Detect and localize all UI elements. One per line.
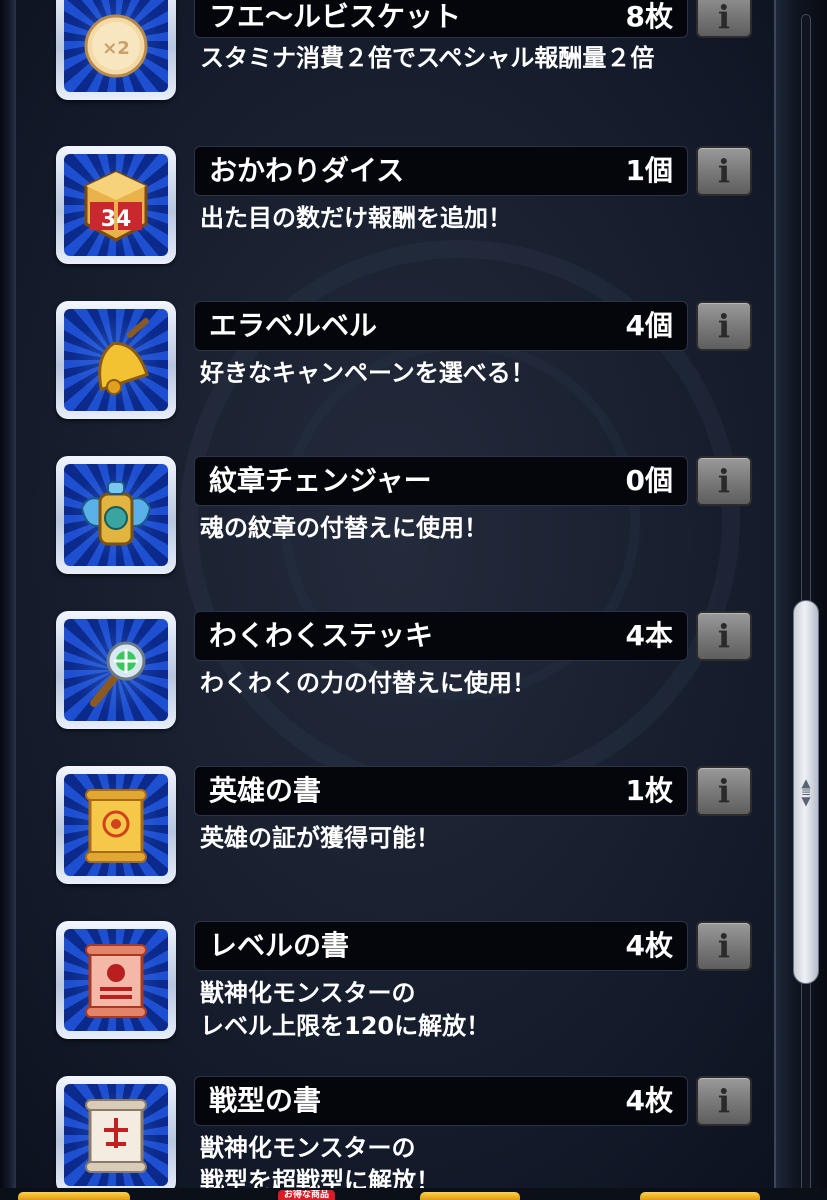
item-name: わくわくステッキ (209, 619, 434, 652)
level-scroll-icon (85, 944, 147, 1018)
item-count: 4本 (625, 619, 673, 652)
grip-icon: ▲ ≡ ▼ (800, 776, 812, 808)
info-icon: i (717, 1082, 731, 1120)
item-description-line: 好きなキャンペーンを選べる！ (200, 359, 535, 387)
item-count: 4枚 (625, 1084, 673, 1117)
item-name: エラベルベル (209, 309, 378, 342)
item-description: 出た目の数だけ報酬を追加！ (200, 202, 760, 235)
info-icon: i (717, 462, 731, 500)
bottom-tab[interactable] (640, 1192, 760, 1200)
item-icon-frame (56, 921, 176, 1039)
item-count: 4枚 (625, 929, 673, 962)
info-button[interactable]: i (696, 766, 752, 816)
item-name: 戦型の書 (209, 1084, 322, 1117)
hero-scroll-icon (85, 789, 147, 863)
info-button[interactable]: i (696, 146, 752, 196)
item-row-wand[interactable]: わくわくステッキ 4本 i わくわくの力の付替えに使用！ (0, 611, 776, 766)
biscuit-icon: ×2 (84, 14, 148, 78)
wand-icon (90, 641, 146, 707)
item-name: おかわりダイス (209, 154, 405, 187)
bottom-tab-badge[interactable]: お得な商品 (278, 1190, 336, 1200)
emblem-changer-icon (80, 481, 152, 546)
item-row-emblem-changer[interactable]: 紋章チェンジャー 0個 i 魂の紋章の付替えに使用！ (0, 456, 776, 611)
item-name-bar: レベルの書 4枚 (194, 921, 688, 971)
info-icon: i (717, 0, 731, 36)
item-name-bar: わくわくステッキ 4本 (194, 611, 688, 661)
item-description-line: 出た目の数だけ報酬を追加！ (200, 204, 512, 232)
item-count: 1枚 (625, 774, 673, 807)
item-count: 1個 (625, 154, 673, 187)
item-icon-background (64, 619, 168, 721)
item-description-line: スタミナ消費２倍でスペシャル報酬量２倍 (200, 44, 655, 72)
biscuit-icon-label: ×2 (102, 38, 130, 59)
item-icon-frame (56, 611, 176, 729)
item-icon-frame (56, 456, 176, 574)
item-row-level-scroll[interactable]: レベルの書 4枚 i 獣神化モンスターの レベル上限を120に解放！ (0, 921, 776, 1076)
battle-type-scroll-icon (85, 1099, 147, 1173)
item-name-bar: 戦型の書 4枚 (194, 1076, 688, 1126)
dice-icon-label: 34 (101, 207, 132, 232)
info-icon: i (717, 152, 731, 190)
info-button[interactable]: i (696, 921, 752, 971)
item-row-bell[interactable]: エラベルベル 4個 i 好きなキャンペーンを選べる！ (0, 301, 776, 456)
item-name-bar: 英雄の書 1枚 (194, 766, 688, 816)
item-row-hero-scroll[interactable]: 英雄の書 1枚 i 英雄の証が獲得可能！ (0, 766, 776, 921)
item-icon-frame (56, 301, 176, 419)
bell-icon (98, 318, 149, 395)
item-row-dice[interactable]: 34 おかわりダイス 1個 i 出た目の数だけ報酬を追加！ (0, 146, 776, 301)
item-description-line: レベル上限を120に解放！ (200, 1012, 491, 1040)
item-row-biscuit[interactable]: ×2 フエ〜ルビスケット 8枚 i スタミナ消費２倍でスペシャル報酬量２倍 (0, 0, 776, 147)
info-button[interactable]: i (696, 611, 752, 661)
info-icon: i (717, 617, 731, 655)
item-description: 好きなキャンペーンを選べる！ (200, 357, 760, 390)
scrollbar-thumb[interactable]: ▲ ≡ ▼ (793, 600, 819, 984)
dice-icon: 34 (84, 170, 148, 242)
item-name: レベルの書 (209, 929, 350, 962)
item-name-bar: フエ〜ルビスケット 8枚 (194, 0, 688, 38)
info-button[interactable]: i (696, 1076, 752, 1126)
item-description-line: わくわくの力の付替えに使用！ (200, 669, 536, 697)
bottom-tab[interactable] (18, 1192, 130, 1200)
item-description-line: 魂の紋章の付替えに使用！ (200, 514, 488, 542)
item-icon-background (64, 774, 168, 876)
info-icon: i (717, 307, 731, 345)
item-name-bar: 紋章チェンジャー 0個 (194, 456, 688, 506)
item-name: 紋章チェンジャー (209, 464, 432, 497)
item-description: 魂の紋章の付替えに使用！ (200, 512, 760, 545)
item-name-bar: おかわりダイス 1個 (194, 146, 688, 196)
info-button[interactable]: i (696, 301, 752, 351)
bottom-tab[interactable] (420, 1192, 520, 1200)
item-description-line: 獣神化モンスターの (200, 979, 416, 1007)
info-button[interactable]: i (696, 0, 752, 38)
item-list-panel: ×2 フエ〜ルビスケット 8枚 i スタミナ消費２倍でスペシャル報酬量２倍 34 (0, 0, 827, 1200)
item-count: 4個 (625, 309, 673, 342)
item-count: 0個 (625, 464, 673, 497)
item-icon-frame (56, 1076, 176, 1194)
info-icon: i (717, 772, 731, 810)
info-button[interactable]: i (696, 456, 752, 506)
item-description: 獣神化モンスターの レベル上限を120に解放！ (200, 977, 760, 1043)
item-row-battle-type-scroll[interactable]: 戦型の書 4枚 i 獣神化モンスターの 戦型を超戦型に解放！ (0, 1076, 776, 1200)
item-icon-background: ×2 (64, 0, 168, 92)
item-name-bar: エラベルベル 4個 (194, 301, 688, 351)
item-name: 英雄の書 (209, 774, 322, 807)
info-icon: i (717, 927, 731, 965)
item-description: スタミナ消費２倍でスペシャル報酬量２倍 (200, 42, 760, 75)
item-icon-background (64, 464, 168, 566)
item-icon-background: 34 (64, 154, 168, 256)
item-name: フエ〜ルビスケット (209, 0, 462, 33)
item-icon-background (64, 309, 168, 411)
item-icon-frame: 34 (56, 146, 176, 264)
item-description-line: 英雄の証が獲得可能！ (200, 824, 440, 852)
item-description-line: 獣神化モンスターの (200, 1134, 416, 1162)
item-description: わくわくの力の付替えに使用！ (200, 667, 760, 700)
item-icon-frame (56, 766, 176, 884)
item-description: 英雄の証が獲得可能！ (200, 822, 760, 855)
item-icon-background (64, 1084, 168, 1186)
item-count: 8枚 (625, 0, 673, 33)
item-icon-frame: ×2 (56, 0, 176, 100)
item-icon-background (64, 929, 168, 1031)
